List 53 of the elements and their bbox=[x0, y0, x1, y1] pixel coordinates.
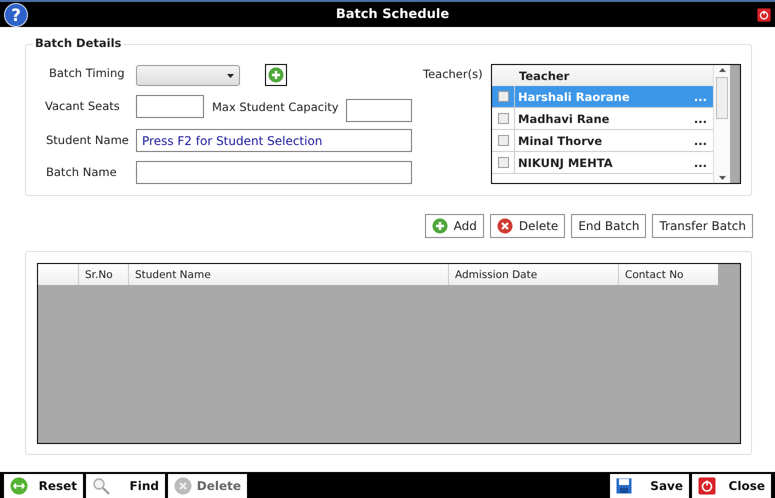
plus-icon bbox=[432, 218, 448, 234]
more-button[interactable]: ... bbox=[694, 112, 713, 126]
vacant-seats-field[interactable] bbox=[136, 95, 204, 118]
teacher-row[interactable]: Madhavi Rane ... bbox=[492, 108, 713, 130]
action-button[interactable]: End Batch bbox=[571, 214, 646, 238]
field-label: Max Student Capacity bbox=[212, 100, 339, 114]
checkbox[interactable] bbox=[498, 113, 508, 124]
reset-button[interactable]: Reset bbox=[4, 474, 83, 498]
close-icon bbox=[496, 218, 513, 234]
field-label: Batch Timing bbox=[49, 66, 125, 80]
save-button[interactable]: Save bbox=[610, 474, 689, 498]
power-icon bbox=[698, 477, 716, 495]
teacher-name: Harshali Raorane bbox=[517, 90, 631, 104]
window-title: Batch Schedule bbox=[334, 7, 450, 22]
close-button[interactable]: Close bbox=[692, 474, 771, 498]
add-timing-button[interactable] bbox=[265, 64, 287, 86]
search-icon bbox=[92, 477, 110, 495]
field-label: Vacant Seats bbox=[45, 99, 120, 113]
teacher-name: Minal Thorve bbox=[517, 134, 604, 148]
field-label: Batch Name bbox=[46, 165, 117, 179]
close-icon[interactable] bbox=[757, 8, 771, 22]
teacher-row[interactable]: NIKUNJ MEHTA ... bbox=[492, 152, 713, 174]
close-icon bbox=[174, 477, 192, 495]
checkbox[interactable] bbox=[498, 91, 508, 102]
column-header: Sr.No bbox=[78, 264, 128, 285]
teacher-grid[interactable]: Teacher Harshali Raorane ... Madhavi Rane ... Minal Thorve ... NIKUNJ MEHTA ... bbox=[491, 64, 741, 184]
teacher-row[interactable]: Minal Thorve ... bbox=[492, 130, 713, 152]
field-label: Student Name bbox=[46, 133, 129, 147]
teacher-name: NIKUNJ MEHTA bbox=[517, 156, 614, 170]
column-header: Admission Date bbox=[448, 264, 618, 285]
scrollbar[interactable] bbox=[713, 65, 730, 183]
caret-icon bbox=[227, 74, 234, 78]
batch-name-field[interactable] bbox=[136, 161, 412, 184]
plus-icon bbox=[268, 67, 284, 83]
refresh-icon bbox=[10, 477, 28, 495]
action-button[interactable]: Transfer Batch bbox=[652, 214, 753, 238]
help-icon[interactable]: ? bbox=[4, 2, 28, 26]
column-header: Contact No bbox=[618, 264, 718, 285]
group-title: Batch Details bbox=[33, 36, 124, 50]
more-button[interactable]: ... bbox=[694, 134, 713, 148]
student-name-field[interactable]: Press F2 for Student Selection bbox=[136, 129, 412, 152]
field-label: Teacher(s) bbox=[423, 67, 483, 81]
delete-button[interactable]: Delete bbox=[490, 214, 566, 238]
teacher-name: Madhavi Rane bbox=[517, 112, 610, 126]
find-button[interactable]: Find bbox=[86, 474, 165, 498]
add-button[interactable]: Add bbox=[424, 214, 484, 238]
batch-timing-dropdown[interactable] bbox=[136, 65, 240, 86]
column-header: Teacher bbox=[492, 65, 713, 86]
max-capacity-field[interactable] bbox=[346, 99, 412, 122]
more-button[interactable]: ... bbox=[694, 156, 713, 170]
column-header: Student Name bbox=[128, 264, 448, 285]
checkbox[interactable] bbox=[498, 135, 508, 146]
checkbox[interactable] bbox=[498, 157, 508, 168]
